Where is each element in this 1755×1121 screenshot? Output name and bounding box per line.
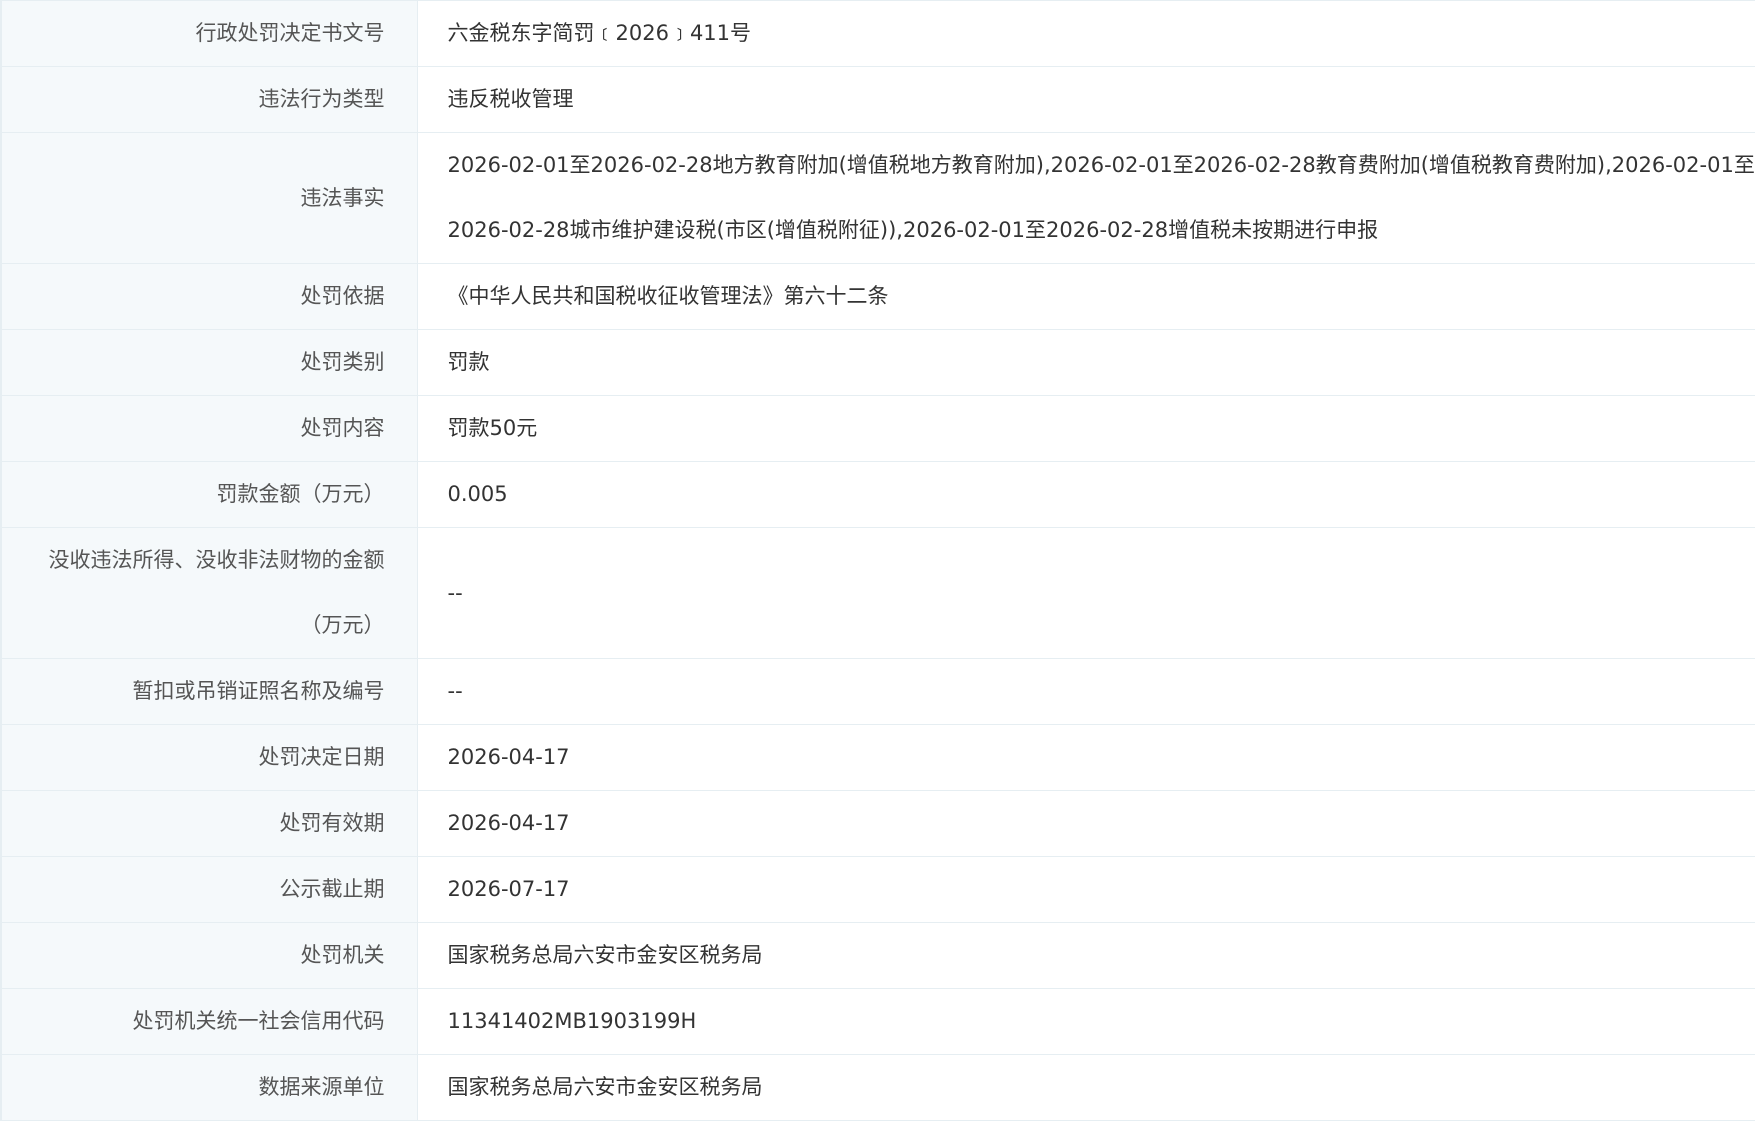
penalty-detail-table: 行政处罚决定书文号 六金税东字简罚﹝2026﹞411号 违法行为类型 违反税收管… bbox=[0, 0, 1755, 1121]
row-decision-date: 处罚决定日期 2026-04-17 bbox=[0, 724, 1755, 791]
field-label: 违法行为类型 bbox=[0, 66, 418, 133]
field-value: 2026-07-17 bbox=[417, 856, 1755, 923]
field-value: 罚款 bbox=[417, 329, 1755, 396]
field-label: 行政处罚决定书文号 bbox=[0, 0, 418, 67]
field-label: 处罚依据 bbox=[0, 263, 418, 330]
row-decision-number: 行政处罚决定书文号 六金税东字简罚﹝2026﹞411号 bbox=[0, 0, 1755, 67]
field-value: 六金税东字简罚﹝2026﹞411号 bbox=[417, 0, 1755, 67]
field-label: 处罚决定日期 bbox=[0, 724, 418, 791]
field-value: 违反税收管理 bbox=[417, 66, 1755, 133]
field-value: 罚款50元 bbox=[417, 395, 1755, 462]
field-label: 暂扣或吊销证照名称及编号 bbox=[0, 658, 418, 725]
field-label: 处罚机关统一社会信用代码 bbox=[0, 988, 418, 1055]
field-label: 处罚有效期 bbox=[0, 790, 418, 857]
field-label: 处罚机关 bbox=[0, 922, 418, 989]
field-label: 数据来源单位 bbox=[0, 1054, 418, 1121]
field-label: 处罚类别 bbox=[0, 329, 418, 396]
field-value: 11341402MB1903199H bbox=[417, 988, 1755, 1055]
row-license-suspension: 暂扣或吊销证照名称及编号 -- bbox=[0, 658, 1755, 725]
row-penalty-category: 处罚类别 罚款 bbox=[0, 329, 1755, 396]
field-label: 没收违法所得、没收非法财物的金额（万元） bbox=[0, 527, 418, 659]
row-violation-type: 违法行为类型 违反税收管理 bbox=[0, 66, 1755, 133]
row-authority-credit-code: 处罚机关统一社会信用代码 11341402MB1903199H bbox=[0, 988, 1755, 1055]
row-penalty-basis: 处罚依据 《中华人民共和国税收征收管理法》第六十二条 bbox=[0, 263, 1755, 330]
field-label: 公示截止期 bbox=[0, 856, 418, 923]
row-publicity-deadline: 公示截止期 2026-07-17 bbox=[0, 856, 1755, 923]
field-value: 《中华人民共和国税收征收管理法》第六十二条 bbox=[417, 263, 1755, 330]
field-value: 0.005 bbox=[417, 461, 1755, 528]
row-violation-facts: 违法事实 2026-02-01至2026-02-28地方教育附加(增值税地方教育… bbox=[0, 132, 1755, 264]
field-value: 2026-04-17 bbox=[417, 724, 1755, 791]
field-value: -- bbox=[417, 527, 1755, 659]
row-validity-period: 处罚有效期 2026-04-17 bbox=[0, 790, 1755, 857]
field-value: 国家税务总局六安市金安区税务局 bbox=[417, 922, 1755, 989]
row-penalty-authority: 处罚机关 国家税务总局六安市金安区税务局 bbox=[0, 922, 1755, 989]
field-value: 2026-02-01至2026-02-28地方教育附加(增值税地方教育附加),2… bbox=[417, 132, 1755, 264]
field-label: 处罚内容 bbox=[0, 395, 418, 462]
row-data-source: 数据来源单位 国家税务总局六安市金安区税务局 bbox=[0, 1054, 1755, 1121]
field-value: 国家税务总局六安市金安区税务局 bbox=[417, 1054, 1755, 1121]
field-label: 罚款金额（万元） bbox=[0, 461, 418, 528]
field-value: 2026-04-17 bbox=[417, 790, 1755, 857]
row-fine-amount: 罚款金额（万元） 0.005 bbox=[0, 461, 1755, 528]
row-penalty-content: 处罚内容 罚款50元 bbox=[0, 395, 1755, 462]
field-label: 违法事实 bbox=[0, 132, 418, 264]
row-confiscation-amount: 没收违法所得、没收非法财物的金额（万元） -- bbox=[0, 527, 1755, 659]
field-value: -- bbox=[417, 658, 1755, 725]
